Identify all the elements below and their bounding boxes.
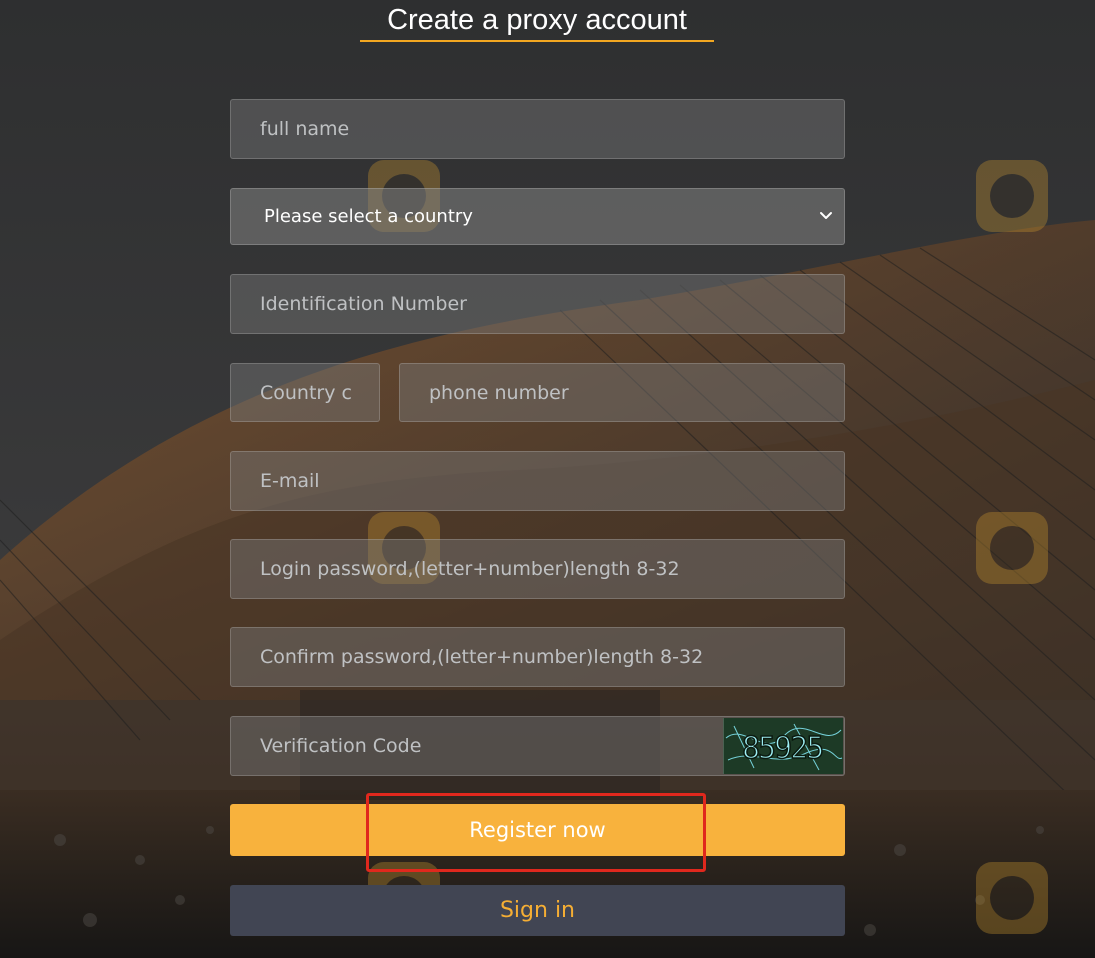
captcha-text: 85925 [742, 731, 822, 766]
full-name-placeholder: full name [260, 118, 350, 140]
chevron-down-icon [820, 212, 832, 219]
identification-number-placeholder: Identification Number [260, 293, 467, 315]
country-select-value: Please select a country [264, 206, 473, 227]
highlight-box [366, 793, 706, 872]
verification-code-input[interactable]: Verification Code 85925 [230, 716, 845, 776]
watermark-logo [976, 862, 1048, 934]
page-title: Create a proxy account [360, 0, 714, 42]
phone-number-input[interactable]: phone number [399, 363, 845, 422]
email-input[interactable]: E-mail [230, 451, 845, 511]
country-code-input[interactable]: Country c [230, 363, 380, 422]
full-name-input[interactable]: full name [230, 99, 845, 159]
email-placeholder: E-mail [260, 470, 320, 492]
sign-in-button[interactable]: Sign in [230, 885, 845, 936]
confirm-password-input[interactable]: Confirm password,(letter+number)length 8… [230, 627, 845, 687]
verification-code-placeholder: Verification Code [260, 735, 422, 757]
login-password-placeholder: Login password,(letter+number)length 8-3… [260, 558, 680, 580]
watermark-logo [976, 160, 1048, 232]
identification-number-input[interactable]: Identification Number [230, 274, 845, 334]
captcha-image[interactable]: 85925 [723, 718, 843, 774]
confirm-password-placeholder: Confirm password,(letter+number)length 8… [260, 646, 704, 668]
phone-number-placeholder: phone number [429, 381, 569, 404]
login-password-input[interactable]: Login password,(letter+number)length 8-3… [230, 539, 845, 599]
watermark-logo [976, 512, 1048, 584]
country-code-placeholder: Country c [260, 381, 352, 404]
country-select[interactable]: Please select a country [230, 188, 845, 245]
